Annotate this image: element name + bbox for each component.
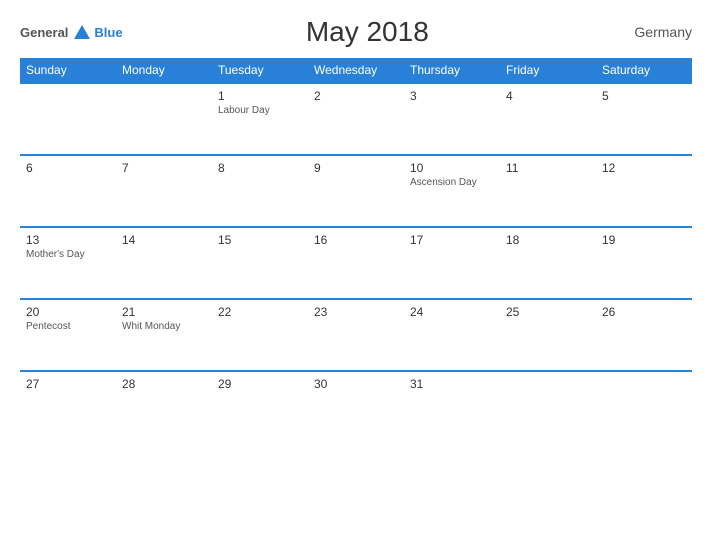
weekday-header-row: Sunday Monday Tuesday Wednesday Thursday…	[20, 58, 692, 83]
day-number: 10	[410, 161, 494, 175]
calendar-week-row: 6789 10 Ascension Day 11 12	[20, 155, 692, 227]
country-label: Germany	[612, 24, 692, 40]
day-number: 13	[26, 233, 110, 247]
calendar-cell: 31	[404, 371, 500, 443]
calendar-cell: 13 Mother's Day	[20, 227, 116, 299]
calendar-cell: 3	[404, 83, 500, 155]
calendar-cell: 11	[500, 155, 596, 227]
calendar-cell: 7	[116, 155, 212, 227]
calendar-cell: 20 Pentecost	[20, 299, 116, 371]
day-number: 8	[218, 161, 302, 175]
holiday-name: Labour Day	[218, 105, 302, 116]
calendar-cell	[596, 371, 692, 443]
calendar-week-row: 1 Labour Day 2345	[20, 83, 692, 155]
calendar-cell: 22	[212, 299, 308, 371]
logo-blue-text: Blue	[94, 25, 122, 40]
day-number: 17	[410, 233, 494, 247]
day-number: 23	[314, 305, 398, 319]
calendar-cell: 24	[404, 299, 500, 371]
holiday-name: Pentecost	[26, 321, 110, 332]
header: General Blue May 2018 Germany	[20, 16, 692, 48]
calendar-cell: 2	[308, 83, 404, 155]
day-number: 4	[506, 89, 590, 103]
calendar-cell: 16	[308, 227, 404, 299]
calendar-cell: 26	[596, 299, 692, 371]
logo: General Blue	[20, 25, 123, 40]
logo-triangle-icon	[74, 25, 90, 39]
header-friday: Friday	[500, 58, 596, 83]
header-thursday: Thursday	[404, 58, 500, 83]
header-tuesday: Tuesday	[212, 58, 308, 83]
holiday-name: Whit Monday	[122, 321, 206, 332]
header-wednesday: Wednesday	[308, 58, 404, 83]
day-number: 30	[314, 377, 398, 391]
day-number: 20	[26, 305, 110, 319]
day-number: 15	[218, 233, 302, 247]
day-number: 31	[410, 377, 494, 391]
header-monday: Monday	[116, 58, 212, 83]
calendar-cell: 6	[20, 155, 116, 227]
day-number: 2	[314, 89, 398, 103]
calendar-page: General Blue May 2018 Germany Sunday Mon…	[0, 0, 712, 550]
day-number: 28	[122, 377, 206, 391]
calendar-cell: 12	[596, 155, 692, 227]
day-number: 24	[410, 305, 494, 319]
calendar-cell: 27	[20, 371, 116, 443]
calendar-week-row: 20 Pentecost 21 Whit Monday 22 23 24 25 26	[20, 299, 692, 371]
calendar-cell: 15	[212, 227, 308, 299]
calendar-week-row: 13 Mother's Day 14 15 16 17 18 19	[20, 227, 692, 299]
calendar-cell: 10 Ascension Day	[404, 155, 500, 227]
calendar-cell: 8	[212, 155, 308, 227]
day-number: 7	[122, 161, 206, 175]
calendar-cell: 28	[116, 371, 212, 443]
calendar-cell: 9	[308, 155, 404, 227]
calendar-cell: 23	[308, 299, 404, 371]
day-number: 3	[410, 89, 494, 103]
calendar-cell	[20, 83, 116, 155]
calendar-week-row: 27 28 29 30 31	[20, 371, 692, 443]
day-number: 11	[506, 161, 590, 175]
day-number: 27	[26, 377, 110, 391]
calendar-title: May 2018	[123, 16, 612, 48]
day-number: 18	[506, 233, 590, 247]
day-number: 9	[314, 161, 398, 175]
calendar-cell: 19	[596, 227, 692, 299]
day-number: 29	[218, 377, 302, 391]
calendar-table: Sunday Monday Tuesday Wednesday Thursday…	[20, 58, 692, 443]
day-number: 21	[122, 305, 206, 319]
calendar-cell: 14	[116, 227, 212, 299]
header-sunday: Sunday	[20, 58, 116, 83]
day-number: 5	[602, 89, 686, 103]
day-number: 16	[314, 233, 398, 247]
calendar-cell: 30	[308, 371, 404, 443]
calendar-cell: 25	[500, 299, 596, 371]
day-number: 1	[218, 89, 302, 103]
calendar-cell	[500, 371, 596, 443]
day-number: 22	[218, 305, 302, 319]
header-saturday: Saturday	[596, 58, 692, 83]
holiday-name: Ascension Day	[410, 177, 494, 188]
day-number: 14	[122, 233, 206, 247]
calendar-cell: 5	[596, 83, 692, 155]
calendar-cell: 29	[212, 371, 308, 443]
day-number: 12	[602, 161, 686, 175]
calendar-cell: 1 Labour Day	[212, 83, 308, 155]
calendar-cell: 17	[404, 227, 500, 299]
day-number: 6	[26, 161, 110, 175]
calendar-cell: 4	[500, 83, 596, 155]
calendar-cell	[116, 83, 212, 155]
day-number: 25	[506, 305, 590, 319]
holiday-name: Mother's Day	[26, 249, 110, 260]
calendar-cell: 18	[500, 227, 596, 299]
day-number: 26	[602, 305, 686, 319]
calendar-cell: 21 Whit Monday	[116, 299, 212, 371]
logo-general-text: General	[20, 25, 68, 40]
day-number: 19	[602, 233, 686, 247]
